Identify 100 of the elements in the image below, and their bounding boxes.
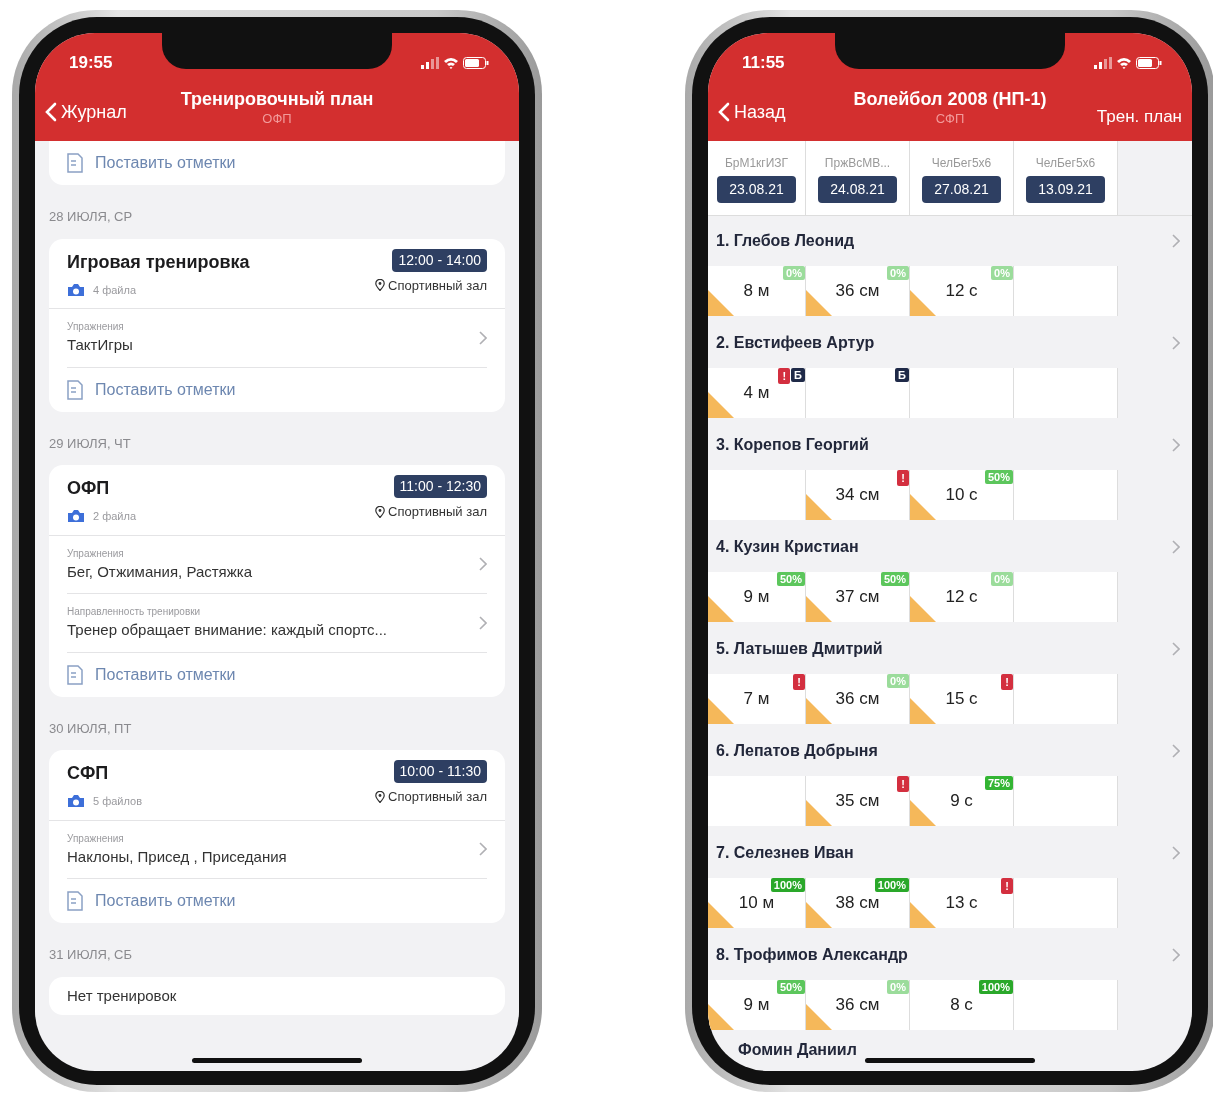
alert-badge: !: [1001, 674, 1013, 690]
percent-badge: 50%: [880, 572, 909, 586]
plan-link[interactable]: Трен. план: [1096, 94, 1182, 130]
result-value: 9 с: [950, 790, 973, 813]
place-label: Спортивный зал: [388, 276, 487, 295]
percent-badge: 0%: [783, 266, 805, 280]
percent-badge: 50%: [984, 470, 1013, 484]
mark-button[interactable]: Поставить отметки: [49, 367, 505, 412]
alert-badge: !: [897, 776, 909, 792]
screen-subtitle: ОФП: [262, 110, 292, 127]
chevron-right-icon: [1172, 438, 1180, 452]
field-label: Упражнения: [67, 320, 125, 334]
field-label: Направленность тренировки: [67, 605, 202, 619]
date-button[interactable]: 23.08.21: [717, 175, 796, 203]
status-time: 19:55: [69, 52, 113, 75]
alert-badge: !: [778, 368, 791, 384]
training-title: ОФП: [67, 477, 111, 500]
result-value: 12 с: [945, 280, 978, 303]
result-value: 9 м: [743, 586, 770, 609]
field-value: Наклоны, Присед , Приседания: [67, 846, 288, 867]
signal-icon: [1094, 57, 1112, 69]
result-value: 10 с: [945, 484, 978, 507]
percent-badge: 0%: [887, 674, 909, 688]
screen-subtitle: СФП: [935, 110, 965, 127]
result-value: 36 см: [835, 688, 880, 711]
chevron-right-icon: [479, 557, 487, 572]
time-range: 10:00 - 11:30: [393, 760, 487, 783]
percent-badge: 50%: [776, 980, 805, 994]
training-title: СФП: [67, 762, 110, 785]
field-label: Упражнения: [67, 831, 125, 846]
result-value: 4 м: [743, 382, 770, 405]
date-button[interactable]: 13.09.21: [1026, 175, 1105, 203]
chevron-right-icon: [479, 842, 487, 857]
result-value: 36 см: [835, 994, 880, 1017]
result-value: 8 с: [950, 994, 973, 1017]
wifi-icon: [443, 57, 459, 69]
chevron-right-icon: [1172, 234, 1180, 248]
exercise-row[interactable]: Упражнения ТактИгры: [67, 309, 487, 368]
file-count: 2 файла: [93, 509, 137, 524]
percent-badge: 0%: [887, 266, 909, 280]
result-value: 37 см: [835, 586, 880, 609]
percent-badge: 75%: [984, 776, 1013, 790]
field-value: Тренер обращает внимание: каждый спортс...: [67, 620, 388, 640]
location-pin-icon: [375, 279, 386, 292]
result-value: 36 см: [835, 280, 880, 303]
alert-badge: !: [897, 470, 909, 486]
test-name: ЧелБег5х6: [1035, 154, 1096, 172]
result-value: 13 с: [945, 892, 978, 915]
result-value: 7 м: [743, 688, 770, 711]
exercise-row[interactable]: Упражнения Бег, Отжимания, Растяжка: [67, 535, 487, 594]
letter-badge: Б: [791, 368, 805, 382]
battery-icon: [1136, 57, 1162, 69]
back-button[interactable]: Назад: [718, 98, 786, 126]
location-pin-icon: [375, 505, 386, 518]
time-range: 12:00 - 14:00: [392, 248, 487, 272]
result-value: 9 м: [743, 994, 770, 1017]
chevron-right-icon: [1172, 336, 1180, 350]
percent-badge: 0%: [991, 572, 1013, 586]
signal-icon: [421, 57, 439, 69]
exercise-row[interactable]: Направленность тренировки Тренер обращает внимание: каждый спортс...: [67, 594, 487, 653]
partial-athlete-name[interactable]: Фомин Даниил: [708, 1032, 1192, 1068]
status-time: 11:55: [742, 52, 785, 75]
chevron-right-icon: [479, 330, 487, 345]
result-value: 38 см: [835, 892, 880, 915]
file-count: 5 файлов: [93, 794, 142, 809]
alert-badge: !: [1001, 878, 1013, 894]
back-button[interactable]: Журнал: [45, 98, 127, 126]
exercise-row[interactable]: Упражнения Наклоны, Присед , Приседания: [67, 820, 487, 879]
time-range: 11:00 - 12:30: [393, 475, 487, 498]
field-label: Упражнения: [67, 546, 125, 561]
battery-icon: [463, 57, 489, 69]
date-button[interactable]: 24.08.21: [818, 175, 897, 203]
place-label: Спортивный зал: [388, 788, 487, 806]
chevron-right-icon: [1172, 642, 1180, 656]
date-header: 30 ИЮЛЯ, ПТ: [49, 719, 133, 738]
screen-title: Тренировочный план: [180, 89, 374, 111]
chevron-right-icon: [479, 615, 487, 630]
test-name: ЧелБег5х6: [931, 154, 992, 172]
mark-button[interactable]: Поставить отметки: [49, 879, 505, 923]
back-chevron-icon: [718, 102, 730, 122]
training-title: Игровая тренировка: [67, 250, 250, 274]
date-header: 28 ИЮЛЯ, СР: [49, 208, 134, 226]
percent-badge: 100%: [770, 878, 805, 892]
camera-icon: [67, 509, 85, 524]
result-value: 15 с: [945, 688, 978, 711]
percent-badge: 0%: [887, 980, 909, 994]
chevron-right-icon: [1172, 846, 1180, 860]
date-header: 31 ИЮЛЯ, СБ: [49, 946, 134, 964]
mark-button[interactable]: Поставить отметки: [49, 141, 505, 185]
empty-message: Нет тренировок: [66, 985, 178, 1006]
field-value: Бег, Отжимания, Растяжка: [67, 561, 253, 582]
chevron-right-icon: [1172, 948, 1180, 962]
percent-badge: 50%: [776, 572, 805, 586]
result-value: 8 м: [743, 280, 770, 303]
mark-button[interactable]: Поставить отметки: [49, 652, 505, 697]
chevron-right-icon: [1172, 744, 1180, 758]
result-value: 34 см: [835, 484, 880, 507]
percent-badge: 100%: [874, 878, 909, 892]
date-header: 29 ИЮЛЯ, ЧТ: [49, 434, 132, 453]
date-button[interactable]: 27.08.21: [922, 175, 1001, 203]
